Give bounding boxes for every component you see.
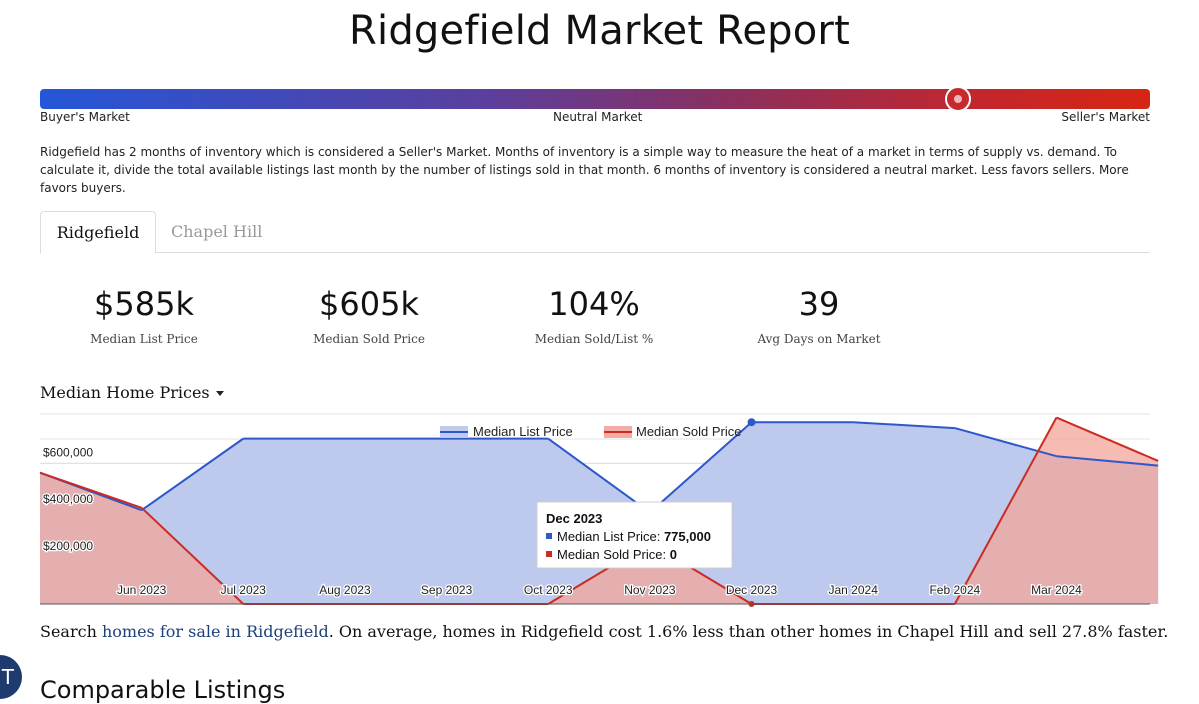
stat-median-list-price: $585k Median List Price bbox=[34, 283, 254, 346]
tooltip-row: Median List Price: 775,000 bbox=[557, 529, 711, 544]
x-tick-label: Jul 2023 bbox=[221, 583, 267, 597]
summary-text: Search homes for sale in Ridgefield. On … bbox=[40, 622, 1168, 641]
stat-label: Median Sold Price bbox=[313, 332, 425, 346]
page-title: Ridgefield Market Report bbox=[349, 8, 850, 54]
tooltip-swatch bbox=[546, 533, 552, 539]
neutral-market-label: Neutral Market bbox=[553, 110, 643, 124]
stat-label: Median List Price bbox=[90, 332, 198, 346]
x-tick-label: Nov 2023 bbox=[624, 583, 676, 597]
sellers-market-label: Seller's Market bbox=[1061, 110, 1150, 124]
median-prices-chart[interactable]: $200,000 $400,000 $600,000 Jun 2023 Jul 2023… bbox=[0, 400, 1199, 612]
x-tick-label: Dec 2023 bbox=[726, 583, 778, 597]
market-description: Ridgefield has 2 months of inventory whi… bbox=[40, 145, 1129, 195]
stat-median-sold-price: $605k Median Sold Price bbox=[259, 283, 479, 346]
tooltip-swatch bbox=[546, 551, 552, 557]
chat-icon[interactable]: T bbox=[0, 655, 22, 699]
stat-value: 104% bbox=[548, 285, 640, 323]
market-position-marker bbox=[944, 86, 971, 112]
x-tick-label: Jun 2023 bbox=[117, 583, 167, 597]
y-tick-label: $200,000 bbox=[43, 539, 93, 553]
area-tabs: Ridgefield Chapel Hill bbox=[40, 211, 1150, 254]
x-tick-label: Oct 2023 bbox=[524, 583, 573, 597]
stat-median-sold-list: 104% Median Sold/List % bbox=[484, 283, 704, 346]
legend-label: Median Sold Price bbox=[636, 424, 742, 439]
x-tick-label: Aug 2023 bbox=[319, 583, 371, 597]
section-title: Comparable Listings bbox=[40, 676, 286, 704]
tab-ridgefield[interactable]: Ridgefield bbox=[40, 211, 156, 254]
stat-avg-days-on-market: 39 Avg Days on Market bbox=[709, 283, 929, 346]
x-tick-label: Feb 2024 bbox=[929, 583, 980, 597]
stat-value: 39 bbox=[798, 285, 840, 323]
stat-value: $605k bbox=[319, 285, 419, 323]
stat-label: Median Sold/List % bbox=[534, 332, 654, 346]
tooltip-row: Median Sold Price: 0 bbox=[557, 547, 677, 562]
data-point-list-dec bbox=[747, 418, 756, 427]
x-tick-label: Jan 2024 bbox=[828, 583, 878, 597]
summary-suffix: . On average, homes in Ridgefield cost 1… bbox=[328, 622, 1169, 641]
stat-value: $585k bbox=[94, 285, 194, 323]
market-heat-meter bbox=[40, 86, 1150, 112]
legend-label: Median List Price bbox=[473, 424, 573, 439]
y-tick-label: $600,000 bbox=[43, 445, 93, 459]
tab-chapel-hill[interactable]: Chapel Hill bbox=[171, 211, 262, 252]
buyers-market-label: Buyer's Market bbox=[40, 110, 130, 124]
stat-label: Avg Days on Market bbox=[757, 332, 881, 346]
caret-down-icon bbox=[215, 391, 224, 396]
tooltip-title: Dec 2023 bbox=[546, 511, 602, 526]
summary-prefix: Search bbox=[40, 622, 102, 641]
y-tick-label: $400,000 bbox=[43, 492, 93, 506]
x-tick-label: Sep 2023 bbox=[421, 583, 473, 597]
x-tick-label: Mar 2024 bbox=[1031, 583, 1082, 597]
homes-for-sale-link[interactable]: homes for sale in Ridgefield bbox=[102, 622, 329, 641]
